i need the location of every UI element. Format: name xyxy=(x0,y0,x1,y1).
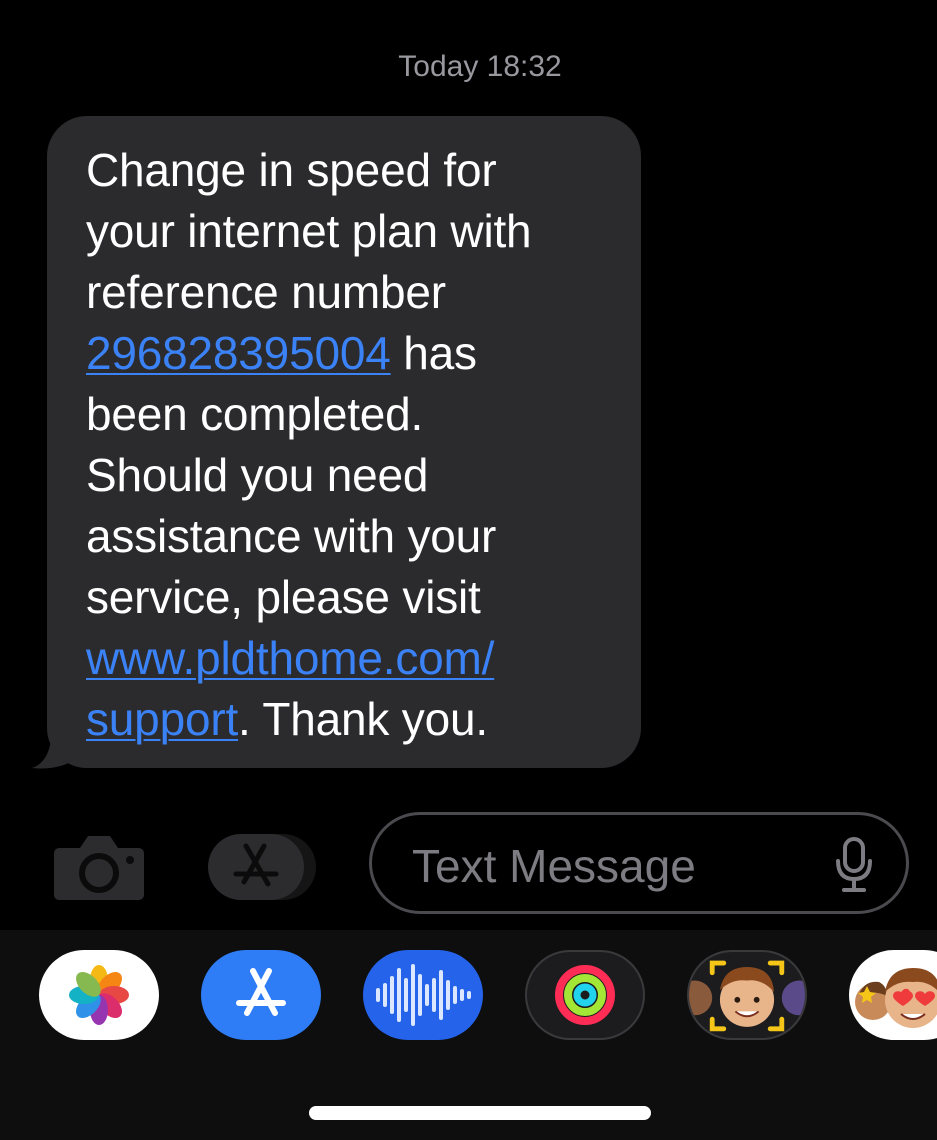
message-line: support. Thank you. xyxy=(86,689,603,750)
home-indicator[interactable] xyxy=(309,1106,651,1120)
message-line: Should you need xyxy=(86,449,429,501)
message-input-placeholder: Text Message xyxy=(412,840,696,892)
activity-app-button[interactable] xyxy=(525,950,645,1040)
message-fragment: . Thank you. xyxy=(238,693,488,745)
camera-icon xyxy=(54,836,144,900)
incoming-message-bubble[interactable]: Change in speed for your internet plan w… xyxy=(47,116,641,768)
photos-app-button[interactable] xyxy=(39,950,159,1040)
timestamp: Today 18:32 xyxy=(398,50,562,83)
app-store-app-button[interactable] xyxy=(201,950,321,1040)
memoji-app-button[interactable] xyxy=(687,950,807,1040)
message-text: Change in speed for your internet plan w… xyxy=(86,140,603,750)
message-line: www.pldthome.com/ xyxy=(86,628,603,689)
waveform-icon xyxy=(376,964,471,1026)
message-line: been completed. xyxy=(86,388,424,440)
compose-bar: Text Message xyxy=(0,812,937,922)
camera-button[interactable] xyxy=(52,832,146,902)
apps-button[interactable] xyxy=(206,832,322,902)
message-line: 296828395004 has xyxy=(86,323,603,384)
message-line: Change in speed for xyxy=(86,144,497,196)
microphone-icon[interactable] xyxy=(834,837,874,893)
memoji-heart-eyes-icon xyxy=(855,968,937,1028)
message-line: reference number xyxy=(86,266,446,318)
support-url-link[interactable]: www.pldthome.com/ xyxy=(86,632,494,684)
photos-flower-icon xyxy=(69,965,129,1025)
support-url-link-continued[interactable]: support xyxy=(86,693,238,745)
app-store-icon xyxy=(208,834,316,900)
activity-rings-icon xyxy=(555,965,615,1025)
reference-number-link[interactable]: 296828395004 xyxy=(86,327,391,379)
message-line: assistance with your xyxy=(86,510,497,562)
app-store-icon xyxy=(236,968,286,1016)
message-line: your internet plan with xyxy=(86,205,532,257)
memoji-face-icon xyxy=(689,960,805,1032)
memoji-stickers-app-button[interactable] xyxy=(849,950,937,1040)
message-line: service, please visit xyxy=(86,571,481,623)
audio-message-app-button[interactable] xyxy=(363,950,483,1040)
message-fragment: has xyxy=(390,327,477,379)
message-input[interactable]: Text Message xyxy=(369,812,909,914)
